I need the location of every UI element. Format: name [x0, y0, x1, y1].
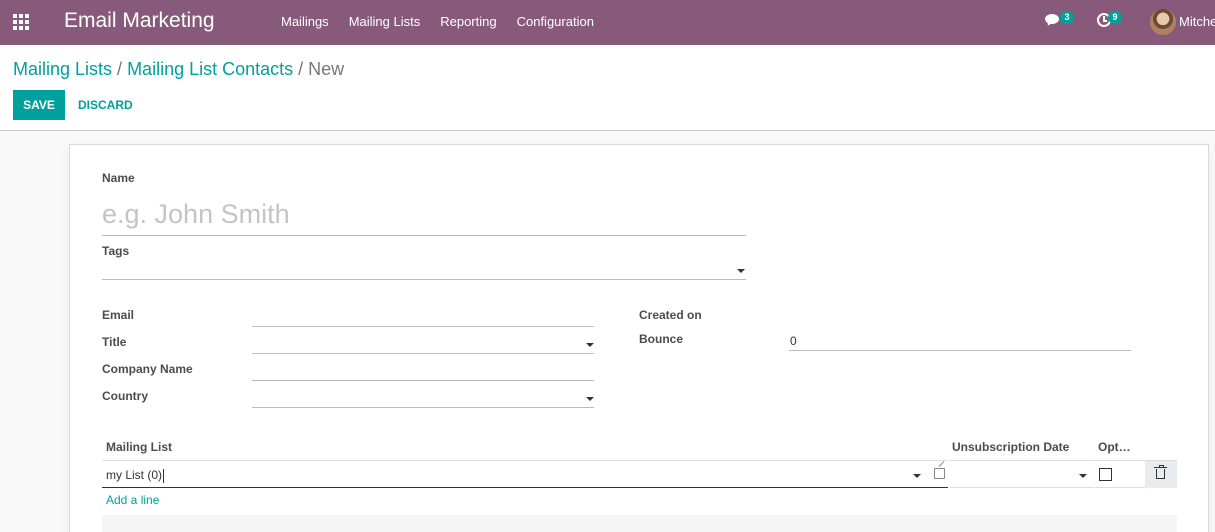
opt-out-checkbox[interactable] — [1099, 468, 1112, 481]
name-label: Name — [102, 171, 135, 185]
control-panel: Mailing Lists / Mailing List Contacts / New … — [0, 45, 1215, 131]
tags-input[interactable] — [102, 259, 746, 280]
breadcrumb: Mailing Lists / Mailing List Contacts / New — [13, 59, 344, 80]
delete-row-cell — [1145, 460, 1177, 488]
save-button[interactable]: SAVE — [13, 90, 65, 120]
trash-icon[interactable] — [1154, 465, 1167, 479]
column-header-unsubscription-date[interactable]: Unsubscription Date — [952, 440, 1069, 454]
menu-item-mailing-lists[interactable]: Mailing Lists — [339, 0, 431, 45]
bounce-value: 0 — [790, 334, 797, 348]
caret-down-icon[interactable] — [1079, 474, 1087, 478]
tags-label: Tags — [102, 244, 130, 258]
menu-item-configuration[interactable]: Configuration — [507, 0, 604, 45]
name-input[interactable] — [102, 194, 746, 236]
breadcrumb-mailing-list-contacts[interactable]: Mailing List Contacts — [127, 59, 293, 79]
mailing-list-value: my List (0) — [106, 468, 165, 483]
caret-down-icon[interactable] — [586, 343, 594, 347]
breadcrumb-mailing-lists[interactable]: Mailing Lists — [13, 59, 112, 79]
menu-item-reporting[interactable]: Reporting — [430, 0, 506, 45]
form-sheet: Name Tags Email Title Company Name Count… — [69, 144, 1209, 532]
breadcrumb-current: New — [308, 59, 345, 79]
email-field[interactable] — [252, 307, 594, 327]
list-footer — [102, 515, 1177, 532]
user-name[interactable]: Mitche — [1179, 14, 1215, 29]
mailing-list-input[interactable]: my List (0) — [102, 460, 948, 488]
bounce-label: Bounce — [639, 332, 684, 346]
activities-badge: 9 — [1108, 11, 1122, 24]
country-label: Country — [102, 389, 148, 403]
apps-icon[interactable] — [13, 14, 31, 30]
title-label: Title — [102, 335, 127, 349]
created-on-label: Created on — [639, 308, 702, 322]
email-label: Email — [102, 308, 135, 322]
chat-icon[interactable] — [1045, 13, 1061, 28]
main-menu: Mailings Mailing Lists Reporting Configu… — [271, 0, 604, 45]
column-header-mailing-list[interactable]: Mailing List — [106, 440, 172, 454]
discard-button[interactable]: DISCARD — [78, 90, 133, 120]
breadcrumb-separator: / — [298, 59, 304, 79]
caret-down-icon[interactable] — [737, 269, 745, 273]
column-header-opt-out[interactable]: Opt… — [1098, 440, 1131, 454]
opt-out-cell — [1095, 460, 1145, 488]
company-name-field[interactable] — [252, 361, 594, 381]
add-line-link[interactable]: Add a line — [106, 493, 159, 507]
caret-down-icon[interactable] — [586, 397, 594, 401]
unsubscription-date-input[interactable] — [950, 460, 1094, 488]
breadcrumb-separator: / — [117, 59, 123, 79]
app-brand[interactable]: Email Marketing — [64, 9, 215, 33]
top-navbar: Email Marketing Mailings Mailing Lists R… — [0, 0, 1215, 45]
table-row: my List (0) — [102, 460, 1177, 488]
company-name-label: Company Name — [102, 362, 193, 376]
caret-down-icon[interactable] — [913, 474, 921, 478]
bounce-field[interactable] — [789, 331, 1131, 351]
country-select[interactable] — [252, 388, 594, 408]
messages-badge: 3 — [1060, 11, 1074, 24]
avatar[interactable] — [1150, 9, 1176, 35]
external-link-icon[interactable] — [934, 468, 945, 479]
menu-item-mailings[interactable]: Mailings — [271, 0, 339, 45]
title-select[interactable] — [252, 334, 594, 354]
